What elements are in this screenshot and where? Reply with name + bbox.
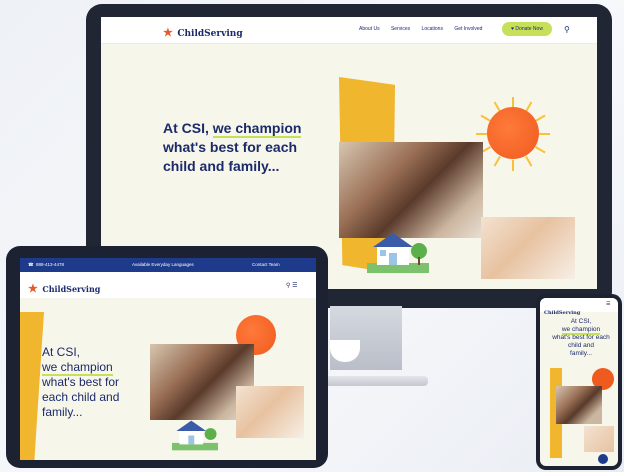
logo-figure-icon: ★	[28, 283, 38, 295]
hero-line-1: At CSI,	[42, 345, 81, 359]
sun-ray	[493, 156, 501, 167]
nav-link-services[interactable]: Services	[391, 26, 410, 32]
tablet-screen: ☎ 888-413-4478 Available Everyday Langua…	[20, 258, 316, 460]
hero-line-1: At CSI,	[570, 318, 592, 325]
nav-link-locations[interactable]: Locations	[422, 26, 443, 32]
hero-highlight: we champion	[212, 120, 302, 138]
logo-figure-icon: ★	[163, 27, 173, 39]
phone-screen: ChildServing ☰ At CSI, we champion what'…	[540, 298, 618, 466]
hero-line-4: family...	[42, 405, 83, 419]
menu-icon[interactable]: ☰	[606, 301, 610, 307]
site-logo[interactable]: ★ ChildServing	[28, 279, 100, 297]
sun-ray	[476, 133, 487, 135]
logo-text: ChildServing	[177, 29, 243, 39]
hero-highlight: we champion	[42, 360, 113, 376]
hero-line-3: child and family...	[163, 158, 280, 174]
yellow-shape	[20, 312, 44, 460]
topbar-language[interactable]: Available Everyday Languages	[132, 258, 194, 272]
sun-illustration	[487, 107, 539, 159]
donate-button[interactable]: ♥ Donate Now	[502, 22, 552, 36]
topbar-contact[interactable]: Contact Team	[252, 258, 280, 272]
hero-line-2: what's best for each child and	[552, 334, 610, 349]
logo-text: ChildServing	[544, 310, 581, 316]
hero-headline: At CSI, we champion what's best for each…	[548, 318, 614, 358]
desktop-menu: About Us Services Locations Get Involved	[359, 26, 492, 32]
hero-line-1: At CSI,	[163, 120, 209, 136]
tablet-topbar: ☎ 888-413-4478 Available Everyday Langua…	[20, 258, 316, 272]
site-logo[interactable]: ★ ChildServing	[163, 23, 243, 41]
heart-icon: ♥	[511, 26, 515, 32]
baby-photo	[584, 426, 614, 452]
nav-link-about[interactable]: About Us	[359, 26, 380, 32]
search-icon[interactable]: ⚲	[564, 25, 570, 34]
house-illustration	[367, 233, 429, 273]
phone-icon: ☎	[28, 262, 34, 267]
hero-line-3: family...	[570, 350, 592, 357]
logo-text: ChildServing	[42, 284, 101, 294]
sun-ray	[512, 160, 514, 171]
sun-ray	[525, 156, 533, 167]
donate-button-label: Donate Now	[515, 26, 543, 32]
tablet-nav-icons: ⚲ ☰	[286, 282, 297, 289]
sun-ray	[539, 133, 550, 135]
father-child-photo	[556, 386, 602, 424]
hero-headline: At CSI, we champion what's best for each…	[163, 119, 323, 176]
baby-photo	[236, 386, 304, 438]
hero-line-2: what's best for each	[163, 139, 298, 155]
house-illustration	[172, 420, 218, 451]
sun-ray	[535, 146, 546, 154]
chat-icon[interactable]	[598, 454, 608, 464]
nav-link-get-involved[interactable]: Get Involved	[454, 26, 482, 32]
search-icon[interactable]: ⚲	[286, 283, 290, 289]
monitor-stand	[318, 376, 428, 386]
desktop-navbar: ★ ChildServing About Us Services Locatio…	[101, 17, 597, 44]
menu-icon[interactable]: ☰	[292, 283, 297, 289]
phone-navbar: ChildServing ☰	[540, 298, 618, 316]
hero-headline: At CSI, we champion what's best for each…	[42, 345, 154, 420]
sun-ray	[535, 114, 546, 122]
baby-photo	[481, 217, 575, 279]
hero-line-3: each child and	[42, 390, 120, 404]
tablet-navbar: ★ ChildServing ⚲ ☰	[20, 272, 316, 298]
father-child-photo	[339, 142, 483, 238]
topbar-phone[interactable]: 888-413-4478	[36, 258, 64, 272]
site-logo[interactable]: ChildServing	[544, 301, 580, 319]
hero-line-2: what's best for	[42, 375, 119, 389]
